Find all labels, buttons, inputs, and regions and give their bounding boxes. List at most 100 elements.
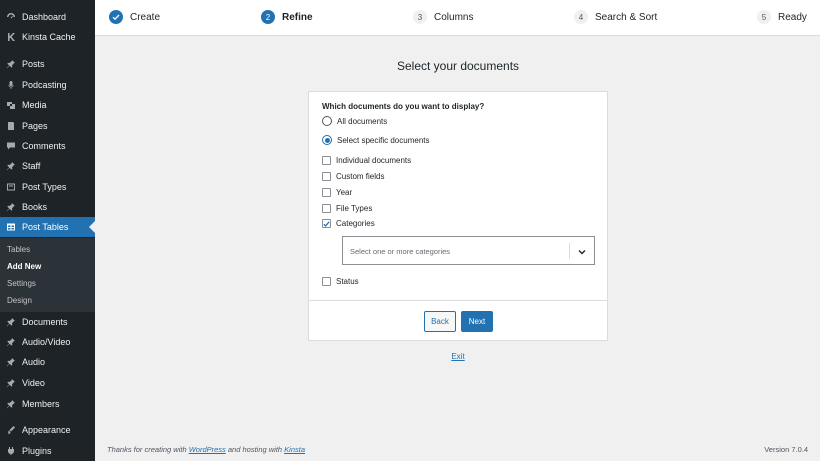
checkbox-status[interactable]: Status [322,277,359,286]
pin-icon [6,161,16,171]
sidebar-item-label: Pages [22,121,48,131]
step-refine[interactable]: 2 Refine [261,10,313,24]
sidebar-item-comments[interactable]: Comments [0,136,95,156]
step-ready[interactable]: 5 Ready [757,10,807,24]
next-button[interactable]: Next [461,311,493,332]
option-label: File Types [336,204,373,213]
documents-panel: Which documents do you want to display? … [308,91,608,341]
sidebar-item-appearance[interactable]: Appearance [0,420,95,440]
step-number: 3 [413,10,427,24]
sidebar-item-members[interactable]: Members [0,394,95,414]
step-label: Ready [778,11,807,23]
sidebar-item-documents[interactable]: Documents [0,312,95,332]
checkmark-icon [109,10,123,24]
pin-icon [6,202,16,212]
microphone-icon [6,80,16,90]
radio-select-specific[interactable]: Select specific documents [322,135,430,145]
sidebar-item-posts[interactable]: Posts [0,54,95,74]
step-number: 4 [574,10,588,24]
sidebar-item-label: Posts [22,59,45,69]
submenu-item-tables[interactable]: Tables [7,245,30,254]
plugins-icon [6,446,16,456]
option-label: Year [336,188,353,197]
submenu-item-settings[interactable]: Settings [7,279,36,288]
wordpress-link[interactable]: WordPress [189,445,226,454]
option-label: Individual documents [336,156,412,165]
radio-button[interactable] [322,135,332,145]
footer-text: Thanks for creating with [107,445,189,454]
dashboard-icon [6,12,16,22]
sidebar-item-post-tables[interactable]: Post Tables [0,217,95,237]
kinsta-link[interactable]: Kinsta [284,445,305,454]
sidebar-item-podcasting[interactable]: Podcasting [0,75,95,95]
sidebar-item-label: Audio/Video [22,337,71,347]
option-label: Select specific documents [337,135,430,145]
step-label: Refine [282,11,313,23]
back-button[interactable]: Back [424,311,456,332]
sidebar-item-plugins[interactable]: Plugins [0,441,95,461]
sidebar-item-label: Dashboard [22,12,67,22]
option-label: Categories [336,219,375,228]
sidebar-item-books[interactable]: Books [0,197,95,217]
sidebar-item-audio[interactable]: Audio [0,352,95,372]
checkbox-custom-fields[interactable]: Custom fields [322,172,384,181]
pages-icon [6,121,16,131]
post-types-icon [6,182,16,192]
checkbox-year[interactable]: Year [322,188,352,197]
checkbox-individual-documents[interactable]: Individual documents [322,156,411,165]
version-label: Version 7.0.4 [764,445,808,454]
step-number: 2 [261,10,275,24]
checkmark-icon [323,220,330,227]
sidebar-item-label: Kinsta Cache [22,32,76,42]
divider [309,300,607,301]
sidebar-item-pages[interactable]: Pages [0,116,95,136]
sidebar-item-label: Audio [22,357,46,367]
step-label: Create [130,11,161,23]
sidebar-item-media[interactable]: Media [0,95,95,115]
post-tables-submenu: Tables Add New Settings Design [0,238,95,312]
sidebar-item-post-types[interactable]: Post Types [0,177,95,197]
pin-icon [6,337,16,347]
sidebar-item-dashboard[interactable]: Dashboard [0,7,95,27]
option-label: All documents [337,116,388,126]
pin-icon [6,59,16,69]
sidebar-item-staff[interactable]: Staff [0,156,95,176]
sidebar-item-video[interactable]: Video [0,373,95,393]
sidebar-item-label: Video [22,378,45,388]
checkbox-file-types[interactable]: File Types [322,204,372,213]
footer-text: and hosting with [225,445,285,454]
checkbox[interactable] [322,156,331,165]
media-icon [6,100,16,110]
sidebar-item-label: Comments [22,141,66,151]
sidebar-item-label: Media [22,100,47,110]
step-search-sort[interactable]: 4 Search & Sort [574,10,657,24]
step-label: Search & Sort [595,11,658,23]
sidebar-item-label: Documents [22,317,68,327]
sidebar-item-label: Staff [22,161,41,171]
sidebar-item-audio-video[interactable]: Audio/Video [0,332,95,352]
sidebar-item-label: Plugins [22,446,52,456]
checkbox-categories[interactable]: Categories [322,219,375,228]
step-label: Columns [434,11,474,23]
checkbox[interactable] [322,204,331,213]
exit-link[interactable]: Exit [308,352,608,361]
radio-button[interactable] [322,116,332,126]
checkbox[interactable] [322,172,331,181]
categories-select[interactable]: Select one or more categories [342,236,595,265]
question-label: Which documents do you want to display? [322,102,485,111]
submenu-item-add-new[interactable]: Add New [7,262,41,271]
option-label: Custom fields [336,172,385,181]
sidebar-item-label: Appearance [22,425,71,435]
chevron-down-icon[interactable] [577,247,587,257]
checkbox[interactable] [322,188,331,197]
radio-all-documents[interactable]: All documents [322,116,387,126]
submenu-item-design[interactable]: Design [7,296,32,305]
step-create[interactable]: Create [109,10,160,24]
footer-credits: Thanks for creating with WordPress and h… [107,445,305,454]
checkbox[interactable] [322,219,331,228]
sidebar-item-kinsta-cache[interactable]: Kinsta Cache [0,27,95,47]
appearance-icon [6,425,16,435]
step-number: 5 [757,10,771,24]
step-columns[interactable]: 3 Columns [413,10,473,24]
checkbox[interactable] [322,277,331,286]
